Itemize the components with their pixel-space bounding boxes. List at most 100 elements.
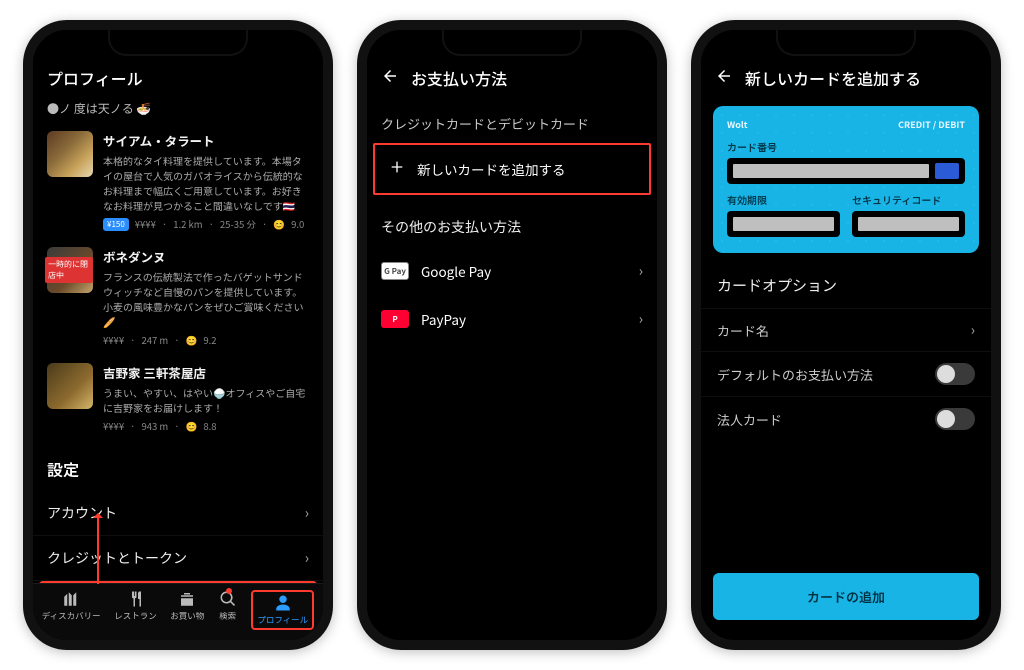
chevron-right-icon: › bbox=[971, 320, 975, 340]
distance: 943 m bbox=[141, 419, 168, 433]
paypay-label: PayPay bbox=[421, 309, 466, 329]
card-number-input[interactable] bbox=[727, 158, 965, 184]
price-range: ¥¥¥¥ bbox=[103, 419, 124, 433]
googlepay-row[interactable]: G Pay Google Pay › bbox=[367, 247, 657, 295]
smile-icon: 😊 bbox=[186, 333, 198, 347]
restaurant-thumb bbox=[47, 131, 93, 177]
back-button[interactable] bbox=[381, 66, 399, 90]
page-title: プロフィール bbox=[47, 66, 143, 90]
arrow-left-icon bbox=[715, 67, 733, 85]
add-card-button[interactable]: カードの追加 bbox=[713, 573, 979, 620]
tab-label: お買い物 bbox=[170, 610, 204, 622]
settings-header: 設定 bbox=[33, 441, 323, 491]
expiry-label: 有効期限 bbox=[727, 192, 840, 207]
price-range: ¥¥¥¥ bbox=[103, 333, 124, 347]
discovery-icon bbox=[61, 590, 81, 608]
rating: 9.0 bbox=[291, 217, 304, 231]
paypay-icon: P bbox=[381, 310, 409, 328]
restaurant-icon bbox=[125, 590, 145, 608]
page-title: お支払い方法 bbox=[411, 66, 507, 90]
card-number-label: カード番号 bbox=[727, 139, 965, 154]
opt-corporate-card: 法人カード bbox=[701, 396, 991, 441]
add-card-label: 新しいカードを追加する bbox=[417, 159, 566, 179]
opt-default-payment: デフォルトのお支払い方法 bbox=[701, 351, 991, 396]
tab-label: プロフィール bbox=[257, 614, 308, 626]
back-button[interactable] bbox=[715, 66, 733, 90]
tab-restaurant[interactable]: レストラン bbox=[114, 590, 157, 630]
profile-body[interactable]: ●ノ 度は天ノる 🍜 サイアム・タラート 本格的なタイ料理を提供しています。本場… bbox=[33, 100, 323, 583]
section-other-header: その他のお支払い方法 bbox=[367, 195, 657, 247]
masked-value bbox=[733, 217, 834, 231]
tab-shopping[interactable]: お買い物 bbox=[170, 590, 204, 630]
truncated-row-title: ●ノ 度は天ノる 🍜 bbox=[33, 100, 323, 123]
price-badge: ¥150 bbox=[103, 218, 129, 231]
screen-payment-methods: お支払い方法 クレジットカードとデビットカード 新しいカードを追加する その他の… bbox=[367, 30, 657, 640]
tab-discovery[interactable]: ディスカバリー bbox=[42, 590, 101, 630]
payment-body: クレジットカードとデビットカード 新しいカードを追加する その他のお支払い方法 … bbox=[367, 100, 657, 640]
setting-label: クレジットとトークン bbox=[47, 548, 187, 568]
googlepay-label: Google Pay bbox=[421, 261, 491, 281]
restaurant-item[interactable]: サイアム・タラート 本格的なタイ料理を提供しています。本場タイの屋台で人気のガパ… bbox=[33, 123, 323, 239]
rating: 8.8 bbox=[203, 419, 216, 433]
opt-label: 法人カード bbox=[717, 410, 782, 429]
restaurant-name: サイアム・タラート bbox=[103, 131, 309, 150]
distance: 247 m bbox=[141, 333, 168, 347]
card-type: CREDIT / DEBIT bbox=[898, 118, 965, 131]
distance: 1.2 km bbox=[173, 217, 202, 231]
cvc-input[interactable] bbox=[852, 211, 965, 237]
arrow-left-icon bbox=[381, 67, 399, 85]
setting-credit-tokens[interactable]: クレジットとトークン › bbox=[33, 536, 323, 581]
price-range: ¥¥¥¥ bbox=[135, 217, 156, 231]
tab-profile[interactable]: プロフィール bbox=[251, 590, 314, 630]
tab-label: ディスカバリー bbox=[42, 610, 101, 622]
restaurant-item[interactable]: 吉野家 三軒茶屋店 うまい、やすい、はやい🍚オフィスやご自宅に吉野家をお届けしま… bbox=[33, 355, 323, 441]
profile-icon bbox=[273, 594, 293, 612]
tab-search[interactable]: 検索 bbox=[218, 590, 238, 630]
smile-icon: 😊 bbox=[186, 419, 198, 433]
phone-2-payment-methods: お支払い方法 クレジットカードとデビットカード 新しいカードを追加する その他の… bbox=[357, 20, 667, 650]
expiry-input[interactable] bbox=[727, 211, 840, 237]
card-brand-icon bbox=[935, 163, 959, 179]
restaurant-item[interactable]: 一時的に閉店中 ボネダンヌ フランスの伝統製法で作ったバゲットサンドウィッチなど… bbox=[33, 239, 323, 355]
opt-label: デフォルトのお支払い方法 bbox=[717, 365, 873, 384]
plus-icon bbox=[389, 159, 405, 179]
paypay-row[interactable]: P PayPay › bbox=[367, 295, 657, 343]
setting-label: アカウント bbox=[47, 503, 117, 523]
opt-card-name[interactable]: カード名 › bbox=[701, 308, 991, 351]
shopping-icon bbox=[177, 590, 197, 608]
restaurant-meta: ¥¥¥¥· 943 m· 😊 8.8 bbox=[103, 419, 309, 433]
toggle-corporate[interactable] bbox=[935, 408, 975, 430]
masked-value bbox=[733, 164, 929, 178]
closed-badge: 一時的に閉店中 bbox=[45, 257, 93, 283]
restaurant-meta: ¥¥¥¥· 247 m· 😊 9.2 bbox=[103, 333, 309, 347]
card-options-header: カードオプション bbox=[701, 267, 991, 308]
cvc-label: セキュリティコード bbox=[852, 192, 965, 207]
rating: 9.2 bbox=[203, 333, 216, 347]
cta-label: カードの追加 bbox=[807, 587, 885, 606]
phone-notch bbox=[776, 30, 916, 56]
restaurant-thumb: 一時的に閉店中 bbox=[47, 247, 93, 293]
phone-1-profile: プロフィール ●ノ 度は天ノる 🍜 サイアム・タラート 本格的なタイ料理を提供し… bbox=[23, 20, 333, 650]
annotation-arrow bbox=[97, 514, 99, 584]
notification-dot-icon bbox=[226, 588, 232, 594]
phone-notch bbox=[108, 30, 248, 56]
setting-account[interactable]: アカウント › bbox=[33, 491, 323, 536]
card-input-panel: Wolt CREDIT / DEBIT カード番号 有効期限 セキュリティコード bbox=[713, 106, 979, 253]
phone-notch bbox=[442, 30, 582, 56]
restaurant-name: ボネダンヌ bbox=[103, 247, 309, 266]
tab-bar: ディスカバリー レストラン お買い物 検索 プロフィール bbox=[33, 583, 323, 640]
screen-add-card: 新しいカードを追加する Wolt CREDIT / DEBIT カード番号 有効… bbox=[701, 30, 991, 640]
toggle-default[interactable] bbox=[935, 363, 975, 385]
restaurant-name: 吉野家 三軒茶屋店 bbox=[103, 363, 309, 382]
delivery-time: 25-35 分 bbox=[220, 217, 256, 231]
chevron-right-icon: › bbox=[305, 503, 309, 523]
restaurant-desc: フランスの伝統製法で作ったバゲットサンドウィッチなど自慢のパンを提供しています。… bbox=[103, 269, 309, 329]
restaurant-meta: ¥150 ¥¥¥¥· 1.2 km· 25-35 分· 😊 9.0 bbox=[103, 217, 309, 231]
add-card-row[interactable]: 新しいカードを追加する bbox=[373, 143, 651, 195]
chevron-right-icon: › bbox=[639, 261, 643, 281]
opt-label: カード名 bbox=[717, 321, 769, 340]
chevron-right-icon: › bbox=[305, 548, 309, 568]
screen-profile: プロフィール ●ノ 度は天ノる 🍜 サイアム・タラート 本格的なタイ料理を提供し… bbox=[33, 30, 323, 640]
restaurant-desc: 本格的なタイ料理を提供しています。本場タイの屋台で人気のガパオライスから伝統的な… bbox=[103, 153, 309, 213]
smile-icon: 😊 bbox=[273, 217, 285, 231]
